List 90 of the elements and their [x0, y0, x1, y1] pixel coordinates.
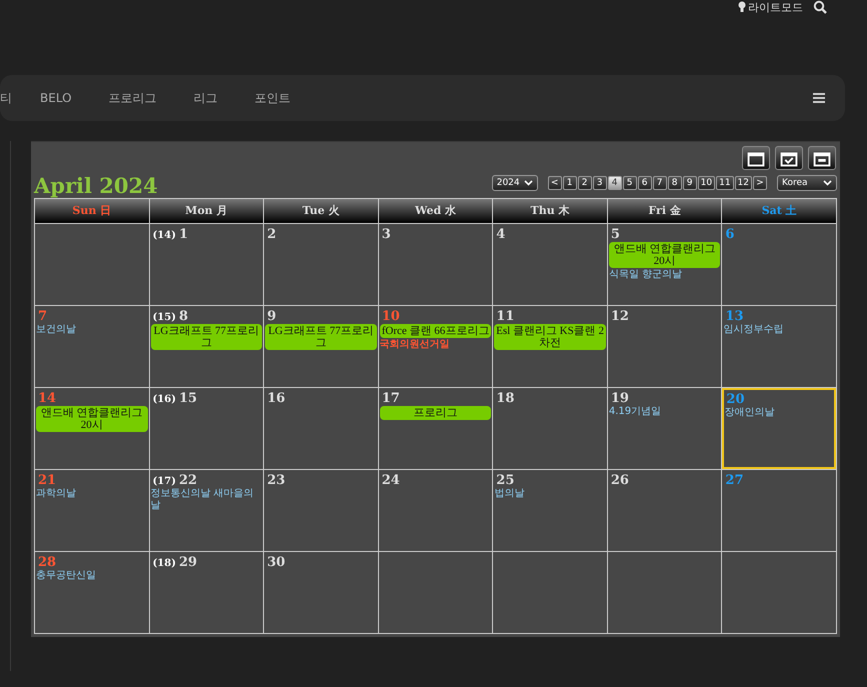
day-number: 24 — [382, 473, 400, 488]
day-number: 3 — [382, 227, 391, 242]
month-button[interactable]: 11 — [716, 176, 734, 190]
month-button[interactable]: 2 — [578, 176, 592, 190]
day-number: 21 — [38, 473, 56, 488]
day-number: 10 — [382, 309, 400, 324]
day-number: 20 — [726, 392, 745, 407]
month-button[interactable]: 7 — [652, 176, 667, 190]
observance-label: 임시정부수립 — [723, 324, 784, 336]
day-number: 29 — [178, 555, 198, 570]
day-number: 7 — [38, 309, 48, 324]
menu-icon[interactable] — [813, 93, 825, 103]
next-month-button[interactable]: > — [753, 176, 767, 190]
observance-label: 정보통신의날 새마을의날 — [150, 488, 255, 512]
month-button[interactable]: 8 — [668, 176, 682, 190]
calendar-minus-button[interactable] — [808, 146, 836, 170]
holiday-label: 국회의원선거일 — [380, 339, 451, 351]
nav-link[interactable]: 프로리그 — [108, 90, 157, 106]
day-number: 6 — [725, 227, 734, 242]
weekday-header: Mon 月 — [150, 199, 264, 223]
observance-label: 장애인의날 — [724, 407, 776, 419]
day-number: 11 — [496, 309, 514, 324]
light-mode-link[interactable]: 라이트모드 — [738, 0, 803, 14]
month-button[interactable]: 5 — [622, 176, 637, 190]
day-number: 2 — [267, 227, 276, 242]
day-number: 16 — [267, 391, 286, 406]
day-number: 13 — [725, 309, 744, 324]
calendar-check-button[interactable] — [775, 146, 803, 170]
month-button[interactable]: 9 — [682, 176, 697, 190]
day-number: 28 — [38, 555, 56, 570]
weekday-header: Wed 水 — [378, 199, 492, 223]
weekday-header: Sun 日 — [35, 199, 149, 223]
calendar-button[interactable] — [742, 146, 770, 170]
month-button[interactable]: 10 — [698, 176, 716, 190]
day-number: 5 — [610, 227, 620, 242]
week-number: (17) — [152, 476, 176, 487]
month-button[interactable]: 3 — [592, 176, 607, 190]
month-button[interactable]: 1 — [562, 176, 577, 190]
year-select[interactable]: 2024 — [492, 175, 538, 191]
observance-label: 4.19기념일 — [608, 406, 662, 418]
event-bar[interactable]: fOrce 클랜 66프로리그 — [380, 324, 492, 338]
chevron-down-icon — [823, 180, 832, 186]
day-number: 15 — [178, 391, 198, 406]
observance-label: 과학의날 — [36, 488, 77, 500]
day-number: 26 — [610, 473, 629, 488]
day-number: 4 — [496, 227, 506, 242]
day-number: 8 — [178, 309, 188, 324]
day-number: 9 — [267, 309, 276, 324]
previous-month-button[interactable]: < — [548, 176, 562, 190]
chevron-down-icon — [524, 180, 533, 186]
observance-label: 보건의날 — [36, 324, 77, 336]
event-bar[interactable]: 앤드배 연합클랜리그 20시 — [36, 406, 148, 432]
day-number: 12 — [610, 309, 629, 324]
region-select[interactable]: Korea — [777, 175, 837, 191]
calendar-title: April 2024 — [34, 174, 158, 198]
event-bar[interactable]: 프로리그 — [380, 406, 492, 420]
nav-link[interactable]: BELO — [40, 91, 72, 105]
event-bar[interactable]: LG크래프트 77프로리그 — [265, 324, 377, 350]
nav-link[interactable]: 포인트 — [254, 90, 291, 106]
month-button[interactable]: 4 — [608, 176, 622, 190]
day-number: 22 — [178, 473, 198, 488]
week-number: (14) — [152, 230, 176, 241]
observance-label: 법의날 — [494, 488, 526, 500]
day-number: 23 — [267, 473, 286, 488]
nav-link[interactable]: 리그 — [194, 90, 218, 106]
day-number: 30 — [267, 555, 286, 570]
weekday-header: Sat 土 — [722, 199, 836, 223]
day-number: 1 — [178, 227, 188, 242]
nav-link[interactable]: 티 — [0, 90, 12, 106]
search-icon[interactable] — [813, 0, 827, 14]
day-number: 27 — [725, 473, 744, 488]
week-number: (15) — [152, 312, 176, 323]
day-number: 14 — [38, 391, 56, 406]
bulb-icon — [738, 1, 746, 13]
day-number: 18 — [496, 391, 514, 406]
day-number: 25 — [496, 473, 514, 488]
event-bar[interactable]: LG크래프트 77프로리그 — [150, 324, 262, 350]
week-number: (18) — [152, 558, 176, 569]
observance-label: 식목일 향군의날 — [608, 269, 684, 281]
day-number: 17 — [382, 391, 400, 406]
observance-label: 충무공탄신일 — [36, 570, 97, 582]
weekday-header: Tue 火 — [264, 199, 378, 223]
month-button[interactable]: 6 — [638, 176, 652, 190]
week-number: (16) — [152, 394, 176, 405]
event-bar[interactable]: 앤드배 연합클랜리그 20시 — [608, 242, 720, 268]
month-button[interactable]: 12 — [734, 176, 752, 190]
event-bar[interactable]: Esl 클랜리그 KS클랜 2차전 — [494, 324, 606, 350]
weekday-header: Fri 金 — [608, 199, 722, 223]
day-number: 19 — [610, 391, 629, 406]
weekday-header: Thu 木 — [493, 199, 607, 223]
